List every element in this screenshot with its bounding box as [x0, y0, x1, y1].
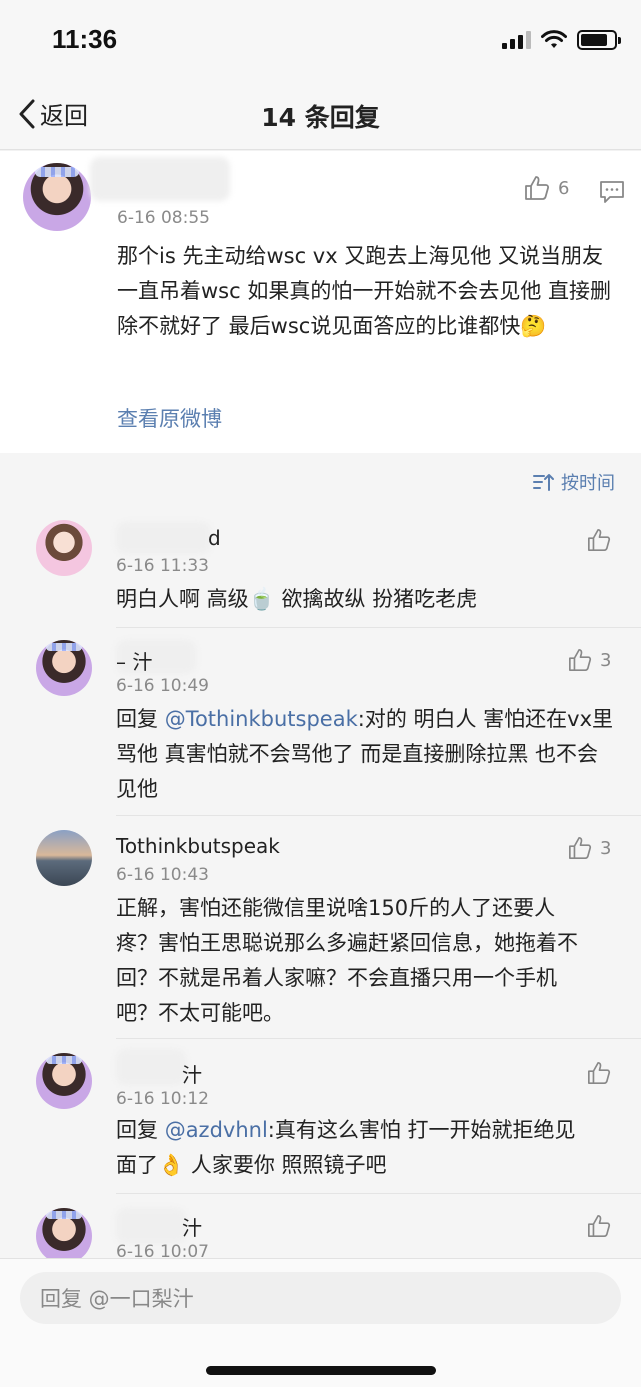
reply-time: 6-16 10:43 [116, 865, 209, 885]
list-item: d 6-16 11:33 明白人啊 高级🍵 欲擒故纵 扮猪吃老虎 [0, 508, 641, 628]
reply-username: 汁 [182, 1216, 202, 1240]
reply-username: 汁 [182, 1063, 202, 1087]
like-button[interactable] [587, 1061, 611, 1085]
nav-bar: 返回 14 条回复 [0, 80, 641, 150]
comment-icon[interactable] [599, 180, 625, 204]
reply-time: 6-16 11:33 [116, 556, 209, 576]
thumbs-up-icon [588, 1215, 611, 1237]
blurred-username [90, 157, 230, 201]
status-bar: 11:36 [0, 0, 641, 80]
mention-link[interactable]: @azdvhnl [165, 1118, 268, 1142]
sort-by-time-button[interactable]: 按时间 [533, 469, 615, 495]
reply-bar: 回复 @一口梨汁 [0, 1258, 641, 1387]
like-button[interactable]: 6 [524, 175, 569, 201]
wifi-icon [541, 30, 567, 48]
reply-time: 6-16 10:49 [116, 676, 209, 696]
avatar[interactable] [23, 163, 91, 231]
blurred-username [116, 522, 211, 554]
reply-time: 6-16 10:12 [116, 1089, 209, 1109]
thumbs-up-icon [588, 529, 611, 551]
home-indicator[interactable] [206, 1366, 436, 1375]
thumbs-up-icon [588, 1062, 611, 1084]
reply-input[interactable]: 回复 @一口梨汁 [20, 1272, 621, 1324]
like-count: 3 [600, 649, 612, 671]
thumbs-up-icon [569, 649, 592, 671]
root-comment: 6-16 08:55 6 那个is 先主动给wsc vx 又跑去上海见他 又说当… [0, 151, 641, 453]
battery-icon [577, 30, 621, 50]
page-title: 14 条回复 [261, 103, 380, 132]
sort-row: 按时间 [0, 453, 641, 508]
blurred-username [116, 1049, 186, 1085]
reply-time: 6-16 10:07 [116, 1242, 209, 1258]
like-button[interactable]: 3 [568, 648, 611, 672]
like-button[interactable]: 3 [568, 836, 611, 860]
view-original-link[interactable]: 查看原微博 [117, 403, 222, 433]
reply-username: Tothinkbutspeak [116, 834, 280, 858]
reply-username: – 汁 [116, 650, 153, 674]
reply-text: 回复 @Tothinkbutspeak:对的 明白人 害怕还在vx里骂他 真害怕… [116, 702, 616, 807]
avatar[interactable] [36, 520, 92, 576]
thumbs-up-icon [525, 176, 550, 200]
like-button[interactable] [587, 528, 611, 552]
like-button[interactable] [587, 1214, 611, 1238]
avatar[interactable] [36, 1208, 92, 1258]
reply-text: 回复 @azdvhnl:真有这么害怕 打一开始就拒绝见面了👌 人家要你 照照镜子… [116, 1113, 596, 1183]
list-item: – 汁 6-16 10:49 3 回复 @Tothinkbutspeak:对的 … [0, 628, 641, 816]
reply-prefix: 回复 [116, 707, 165, 731]
reply-text: 明白人啊 高级🍵 欲擒故纵 扮猪吃老虎 [116, 587, 478, 611]
status-icons [502, 30, 621, 50]
blurred-username [116, 1208, 186, 1244]
reply-prefix: 回复 [116, 1118, 165, 1142]
sort-label: 按时间 [561, 473, 615, 494]
list-item: 汁 6-16 10:12 回复 @azdvhnl:真有这么害怕 打一开始就拒绝见… [0, 1039, 641, 1194]
comment-text: 那个is 先主动给wsc vx 又跑去上海见他 又说当朋友 一直吊着wsc 如果… [117, 244, 612, 338]
thumbs-up-icon [569, 837, 592, 859]
like-count: 3 [600, 837, 612, 859]
like-count: 6 [558, 177, 570, 199]
list-item: 汁 6-16 10:07 [0, 1194, 641, 1258]
mention-link[interactable]: @Tothinkbutspeak [165, 707, 358, 731]
reply-text: 正解，害怕还能微信里说啥150斤的人了还要人疼？害怕王思聪说那么多遍赶紧回信息，… [116, 896, 578, 1025]
avatar[interactable] [36, 1053, 92, 1109]
comment-time: 6-16 08:55 [117, 208, 210, 228]
cellular-signal-icon [502, 31, 531, 49]
reply-username: d [208, 526, 221, 550]
sort-icon [533, 474, 554, 491]
status-time: 11:36 [52, 24, 118, 54]
list-item: Tothinkbutspeak 6-16 10:43 3 正解，害怕还能微信里说… [0, 816, 641, 1039]
avatar[interactable] [36, 830, 92, 886]
avatar[interactable] [36, 640, 92, 696]
